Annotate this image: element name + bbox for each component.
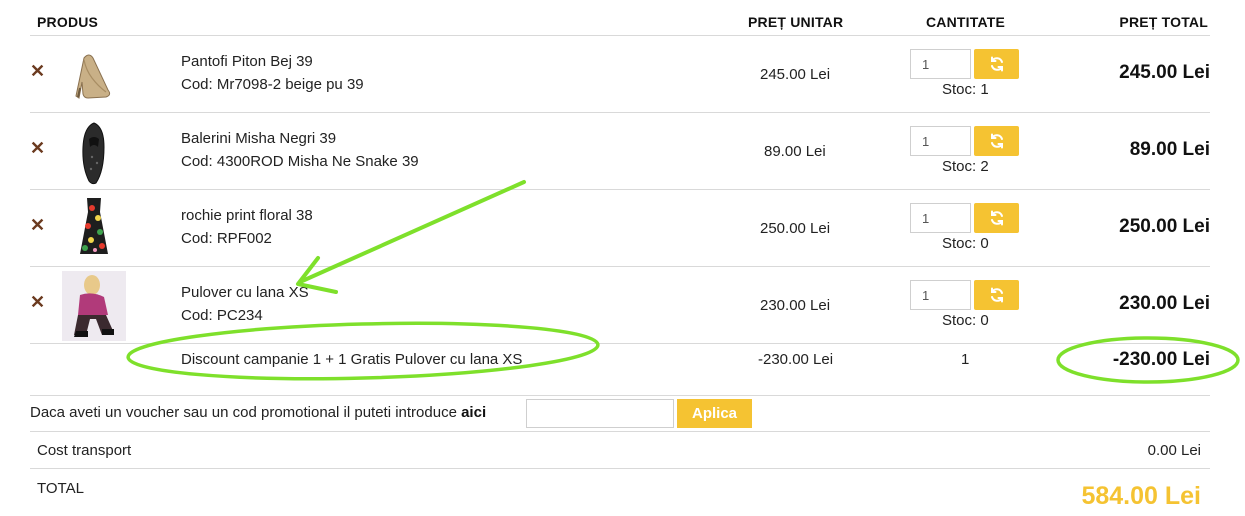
stock-label: Stoc: 0	[942, 312, 989, 329]
voucher-row: Daca aveti un voucher sau un cod promoti…	[30, 396, 1210, 432]
cart-header: PRODUS PREȚ UNITAR CANTITATE PREȚ TOTAL	[30, 0, 1210, 36]
refresh-icon	[990, 287, 1003, 303]
transport-row: Cost transport 0.00 Lei	[30, 432, 1210, 469]
row-total: 250.00 Lei	[1119, 216, 1210, 237]
discount-label: Discount campanie 1 + 1 Gratis Pulover c…	[181, 351, 523, 368]
header-unit-price: PREȚ UNITAR	[748, 14, 844, 30]
product-name[interactable]: Pulover cu lana XS	[181, 284, 309, 301]
unit-price: 250.00 Lei	[760, 220, 831, 237]
row-total: 230.00 Lei	[1119, 293, 1210, 314]
close-icon[interactable]: ✕	[30, 216, 45, 234]
floral-dress-icon	[62, 194, 126, 264]
cart-row: ✕ rochie print floral 38 Cod: RPF002 250…	[30, 190, 1210, 267]
close-icon[interactable]: ✕	[30, 293, 45, 311]
quantity-input[interactable]	[910, 203, 971, 233]
close-icon[interactable]: ✕	[30, 139, 45, 157]
product-name[interactable]: Balerini Misha Negri 39	[181, 130, 336, 147]
quantity-input[interactable]	[910, 126, 971, 156]
close-icon[interactable]: ✕	[30, 62, 45, 80]
cart-row: ✕ Pulover cu lana XS Cod: PC234 230.00 L…	[30, 267, 1210, 344]
discount-row: Discount campanie 1 + 1 Gratis Pulover c…	[30, 344, 1210, 396]
header-quantity: CANTITATE	[926, 14, 1006, 30]
apply-voucher-button[interactable]: Aplica	[677, 399, 752, 428]
black-flat-icon	[62, 117, 126, 187]
transport-value: 0.00 Lei	[1147, 442, 1201, 459]
voucher-prompt: Daca aveti un voucher sau un cod promoti…	[30, 404, 462, 421]
sweater-model-icon	[62, 271, 126, 341]
stock-label: Stoc: 1	[942, 81, 989, 98]
transport-label: Cost transport	[37, 442, 132, 459]
update-quantity-button[interactable]	[974, 49, 1019, 79]
discount-quantity: 1	[961, 351, 970, 368]
voucher-link[interactable]: aici	[461, 404, 486, 421]
product-code: Cod: 4300ROD Misha Ne Snake 39	[181, 153, 419, 170]
update-quantity-button[interactable]	[974, 280, 1019, 310]
refresh-icon	[990, 133, 1003, 149]
unit-price: 89.00 Lei	[764, 143, 826, 160]
product-code: Cod: Mr7098-2 beige pu 39	[181, 76, 364, 93]
product-code: Cod: PC234	[181, 307, 263, 324]
refresh-icon	[990, 56, 1003, 72]
cart-row: ✕ Pantofi Piton Bej 39 Cod: Mr7098-2 bei…	[30, 36, 1210, 113]
update-quantity-button[interactable]	[974, 203, 1019, 233]
voucher-text: Daca aveti un voucher sau un cod promoti…	[30, 404, 486, 421]
product-name[interactable]: rochie print floral 38	[181, 207, 313, 224]
discount-total: -230.00 Lei	[1112, 349, 1210, 370]
beige-pump-icon	[62, 40, 126, 110]
product-code: Cod: RPF002	[181, 230, 272, 247]
grand-total-row: TOTAL 584.00 Lei	[30, 469, 1210, 516]
refresh-icon	[990, 210, 1003, 226]
discount-unit-price: -230.00 Lei	[758, 351, 834, 368]
quantity-input[interactable]	[910, 280, 971, 310]
unit-price: 230.00 Lei	[760, 297, 831, 314]
quantity-input[interactable]	[910, 49, 971, 79]
update-quantity-button[interactable]	[974, 126, 1019, 156]
product-name[interactable]: Pantofi Piton Bej 39	[181, 53, 313, 70]
voucher-input[interactable]	[526, 399, 674, 428]
row-total: 89.00 Lei	[1129, 139, 1210, 160]
header-product: PRODUS	[37, 14, 99, 30]
unit-price: 245.00 Lei	[760, 66, 831, 83]
stock-label: Stoc: 0	[942, 235, 989, 252]
cart-table: PRODUS PREȚ UNITAR CANTITATE PREȚ TOTAL …	[30, 0, 1210, 516]
stock-label: Stoc: 2	[942, 158, 989, 175]
header-total-price: PREȚ TOTAL	[1119, 14, 1208, 30]
grand-total-label: TOTAL	[37, 480, 84, 497]
grand-total-value: 584.00 Lei	[1081, 482, 1201, 510]
row-total: 245.00 Lei	[1119, 62, 1210, 83]
cart-row: ✕ Balerini Misha Negri 39 Cod: 4300ROD M…	[30, 113, 1210, 190]
